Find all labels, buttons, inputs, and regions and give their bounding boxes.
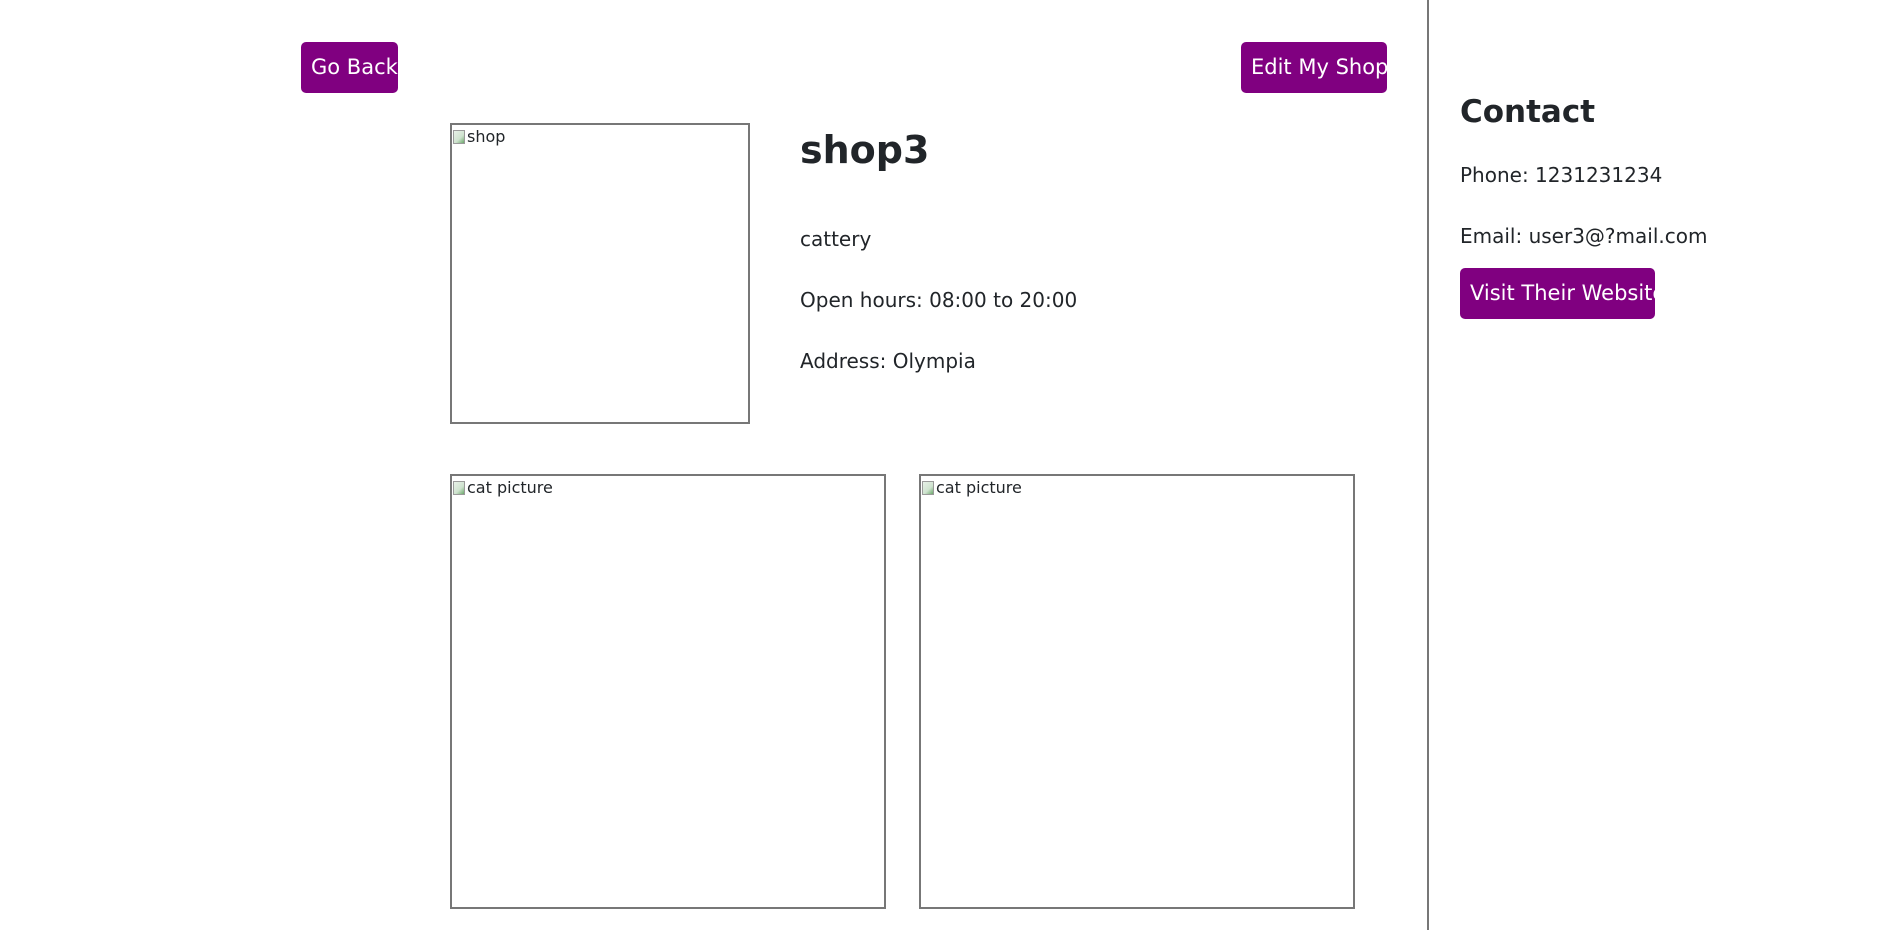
go-back-button[interactable]: Go Back: [301, 42, 398, 93]
shop-detail-page: Go Back Edit My Shop shop shop3 cattery …: [0, 0, 1900, 930]
cat-picture-alt: cat picture: [922, 478, 1022, 497]
shop-image: shop: [450, 123, 750, 424]
cat-picture-alt-text: cat picture: [936, 478, 1022, 497]
shop-open-hours: Open hours: 08:00 to 20:00: [800, 288, 1078, 312]
cat-picture-image: cat picture: [919, 474, 1355, 909]
broken-image-icon: [453, 480, 465, 495]
shop-category: cattery: [800, 227, 872, 251]
cat-picture-alt: cat picture: [453, 478, 553, 497]
broken-image-icon: [922, 480, 934, 495]
contact-phone: Phone: 1231231234: [1460, 163, 1663, 187]
shop-address: Address: Olympia: [800, 349, 976, 373]
edit-my-shop-button[interactable]: Edit My Shop: [1241, 42, 1388, 93]
contact-heading: Contact: [1460, 94, 1596, 130]
broken-image-icon: [453, 129, 465, 144]
cat-picture-image: cat picture: [450, 474, 886, 909]
shop-image-alt-text: shop: [467, 127, 506, 146]
shop-name-heading: shop3: [800, 128, 930, 172]
cat-picture-alt-text: cat picture: [467, 478, 553, 497]
contact-email: Email: user3@?mail.com: [1460, 224, 1708, 248]
visit-website-button[interactable]: Visit Their Website: [1460, 268, 1665, 319]
sidebar-divider: [1427, 0, 1429, 930]
shop-image-alt: shop: [453, 127, 505, 146]
